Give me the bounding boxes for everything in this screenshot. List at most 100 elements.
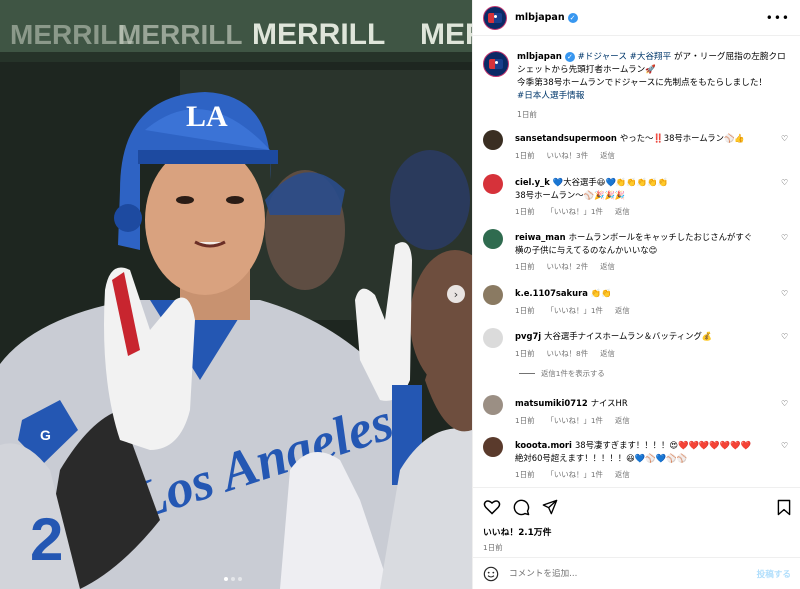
heart-icon[interactable]: ♡ (781, 287, 791, 317)
view-replies-toggle[interactable]: 返信1件を表示する (519, 368, 605, 379)
comment-text: 38号凄すぎます！！！！😍❤️❤️❤️❤️❤️❤️❤️ (574, 440, 752, 450)
svg-text:2: 2 (30, 506, 63, 573)
comment-body: sansetandsupermoon やった〜‼️38号ホームラン⚾👍 1日前 いい… (515, 132, 775, 162)
caption-line: 今季第38号ホームランでドジャースに先制点をもたらしました！ (517, 78, 768, 88)
action-icons (483, 498, 791, 516)
emoji-icon[interactable] (483, 566, 499, 582)
carousel-dot (238, 577, 242, 581)
comment-username[interactable]: reiwa_man (515, 232, 566, 242)
bookmark-icon[interactable] (777, 499, 791, 516)
comment-input[interactable] (509, 568, 757, 579)
reply-button[interactable]: 返信 (600, 261, 615, 274)
hashtag-link[interactable]: #日本人選手情報 (517, 90, 791, 103)
comment-row: reiwa_man ホームランボールをキャッチしたおじさんがすぐ 横の子供に与えて… (483, 229, 791, 274)
reply-button[interactable]: 返信 (615, 469, 630, 482)
reply-button[interactable]: 返信 (615, 206, 630, 219)
heart-icon[interactable]: ♡ (781, 176, 791, 219)
comment-text: 大谷選手ナイスホームラン＆バッティング💰 (544, 331, 713, 341)
avatar[interactable] (483, 174, 503, 194)
comment-meta: 1日前 いいね！3件 返信 (515, 150, 775, 163)
more-horizontal-icon[interactable]: ••• (766, 11, 790, 25)
comment-meta: 1日前 いいね！2件 返信 (515, 261, 775, 274)
comment-likes[interactable]: いいね！2件 (546, 261, 588, 274)
heart-icon[interactable] (483, 499, 501, 515)
comment-icon[interactable] (513, 499, 530, 516)
comment-row: matsumiki0712 ナイスHR 1日前 「いいね！」1件 返信 ♡ (483, 395, 791, 427)
comment-row: ciel.y_k 💙大谷選手😆💙👏👏👏👏👏 38号ホームラン〜⚾🎉🎉🎉 1日前 「い… (483, 174, 791, 219)
comment-body: kooota.mori 38号凄すぎます！！！！😍❤️❤️❤️❤️❤️❤️❤️ 絶… (515, 439, 775, 482)
comment-likes[interactable]: 「いいね！」1件 (546, 469, 602, 482)
replies-divider (519, 373, 535, 374)
reply-button[interactable]: 返信 (615, 305, 630, 318)
caption-body: mlbjapan ✓ #ドジャース #大谷翔平 がア・リーグ屈指の左腕クロシェット… (517, 51, 791, 121)
comment-meta: 1日前 「いいね！」1件 返信 (515, 305, 775, 318)
comment-text: やった〜‼️38号ホームラン⚾👍 (619, 133, 745, 143)
comment-username[interactable]: k.e.1107sakura (515, 288, 588, 298)
heart-icon[interactable]: ♡ (781, 231, 791, 274)
verified-badge-icon: ✓ (564, 51, 575, 62)
header-username[interactable]: mlbjapan (515, 12, 565, 23)
avatar[interactable] (483, 130, 503, 150)
comment-likes[interactable]: いいね！8件 (546, 348, 588, 361)
comment-body: matsumiki0712 ナイスHR 1日前 「いいね！」1件 返信 (515, 397, 775, 427)
hashtag-link[interactable]: #大谷翔平 (630, 52, 672, 62)
avatar[interactable] (483, 229, 503, 249)
avatar[interactable] (483, 395, 503, 415)
avatar[interactable] (483, 51, 509, 77)
comment-username[interactable]: sansetandsupermoon (515, 133, 617, 143)
reply-button[interactable]: 返信 (600, 150, 615, 163)
heart-icon[interactable]: ♡ (781, 132, 791, 162)
comment-username[interactable]: kooota.mori (515, 440, 572, 450)
heart-icon[interactable]: ♡ (781, 439, 791, 482)
view-replies-label: 返信1件を表示する (541, 369, 605, 378)
send-icon[interactable] (542, 499, 558, 515)
comment-meta: 1日前 「いいね！」1件 返信 (515, 206, 775, 219)
comment-body: pvg7j 大谷選手ナイスホームラン＆バッティング💰 1日前 いいね！8件 返信 (515, 330, 775, 360)
comment-likes[interactable]: いいね！3件 (546, 150, 588, 163)
banner-text: MERRILL (118, 19, 242, 50)
comment-likes[interactable]: 「いいね！」1件 (546, 206, 602, 219)
comments-list: mlbjapan ✓ #ドジャース #大谷翔平 がア・リーグ屈指の左腕クロシェット… (473, 37, 800, 487)
comment-row: kooota.mori 38号凄すぎます！！！！😍❤️❤️❤️❤️❤️❤️❤️ 絶… (483, 437, 791, 482)
caption-time: 1日前 (517, 110, 538, 119)
post-time: 1日前 (483, 543, 503, 552)
heart-icon[interactable]: ♡ (781, 330, 791, 360)
comment-row: k.e.1107sakura 👏👏 1日前 「いいね！」1件 返信 ♡ (483, 285, 791, 317)
helmet-logo: LA (186, 100, 228, 133)
comment-time: 1日前 (515, 150, 535, 160)
reply-button[interactable]: 返信 (600, 348, 615, 361)
hashtag-link[interactable]: #ドジャース (578, 52, 627, 62)
comment-body: k.e.1107sakura 👏👏 1日前 「いいね！」1件 返信 (515, 287, 775, 317)
comment-username[interactable]: pvg7j (515, 331, 541, 341)
comment-time: 1日前 (515, 305, 535, 315)
like-count[interactable]: いいね！2.1万件 (483, 525, 791, 538)
comment-time: 1日前 (515, 415, 535, 425)
carousel-dot (224, 577, 228, 581)
comment-username[interactable]: ciel.y_k (515, 177, 550, 187)
mlb-logo-icon (488, 12, 502, 23)
mlb-logo-icon (489, 59, 503, 69)
carousel-dots (224, 577, 242, 581)
next-slide-button[interactable]: › (447, 285, 465, 303)
comment-username[interactable]: matsumiki0712 (515, 398, 588, 408)
post-sidebar: mlbjapan ✓ ••• mlbjapan ✓ #ドジャース #大谷翔平 がア… (472, 0, 800, 589)
carousel-dot (231, 577, 235, 581)
post-comment-button[interactable]: 投稿する (757, 568, 791, 580)
comment-time: 1日前 (515, 207, 535, 216)
comment-row: sansetandsupermoon やった〜‼️38号ホームラン⚾👍 1日前 いい… (483, 130, 791, 162)
comment-likes[interactable]: 「いいね！」1件 (546, 415, 602, 428)
avatar[interactable] (483, 5, 507, 30)
comment-body: ciel.y_k 💙大谷選手😆💙👏👏👏👏👏 38号ホームラン〜⚾🎉🎉🎉 1日前 「い… (515, 176, 775, 219)
reply-button[interactable]: 返信 (615, 415, 630, 428)
avatar[interactable] (483, 328, 503, 348)
photo-illustration: MERRILL MERRILL MERRILL MER G Los Angele… (0, 0, 472, 589)
avatar[interactable] (483, 285, 503, 305)
caption-username[interactable]: mlbjapan (517, 52, 562, 62)
post-header: mlbjapan ✓ ••• (473, 0, 800, 36)
heart-icon[interactable]: ♡ (781, 397, 791, 427)
comment-likes[interactable]: 「いいね！」1件 (546, 305, 602, 318)
post-caption: mlbjapan ✓ #ドジャース #大谷翔平 がア・リーグ屈指の左腕クロシェット… (473, 37, 800, 121)
comment-text: 💙大谷選手😆💙👏👏👏👏👏 (552, 177, 669, 187)
avatar[interactable] (483, 437, 503, 457)
comment-body: reiwa_man ホームランボールをキャッチしたおじさんがすぐ 横の子供に与えて… (515, 231, 775, 274)
